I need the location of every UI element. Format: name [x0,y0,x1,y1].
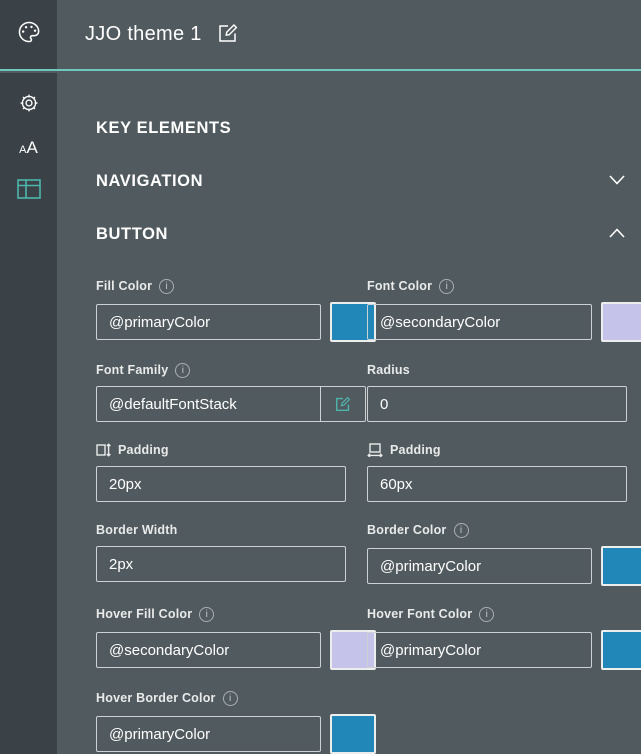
color-swatch-hover-border-color[interactable] [330,714,376,754]
padding-vertical-icon [96,443,111,457]
palette-icon [16,19,42,50]
field-label-fill-color: Fill Color [96,279,152,293]
field-label-font-color: Font Color [367,279,432,293]
info-icon[interactable]: i [159,279,174,294]
field-padding-vertical: Padding i [96,442,346,502]
field-label-hover-fill-color: Hover Fill Color [96,607,192,621]
info-icon[interactable]: i [199,607,214,622]
aa-typography-icon: AA [19,139,38,156]
field-label-padding-horizontal: Padding [390,443,441,457]
input-hover-font-color[interactable] [368,633,591,667]
field-label-border-width: Border Width [96,523,177,537]
field-label-hover-font-color: Hover Font Color [367,607,472,621]
input-padding-vertical[interactable] [97,467,345,501]
input-border-color[interactable] [368,549,591,583]
input-font-color[interactable] [368,305,591,339]
info-icon[interactable]: i [223,691,238,706]
info-icon[interactable]: i [439,279,454,294]
edit-title-button[interactable] [217,22,239,47]
theme-editor-window: JJO theme 1 [0,0,641,754]
app-logo [0,0,57,69]
field-label-radius: Radius [367,363,410,377]
field-font-color: Font Color i [367,278,627,342]
layout-table-icon [17,179,41,202]
title-bar: JJO theme 1 [57,0,641,69]
input-hover-fill-color[interactable] [97,633,320,667]
color-swatch-hover-font-color[interactable] [601,630,641,670]
field-label-border-color: Border Color [367,523,447,537]
input-border-width[interactable] [97,547,345,581]
sidebar-item-layout[interactable] [14,177,44,203]
icon-sidebar: AA [0,73,57,754]
theme-settings-panel: KEY ELEMENTS NAVIGATION BUTTON Fill Colo… [57,73,641,754]
sidebar-item-typography[interactable]: AA [14,134,44,160]
edit-pencil-square-icon [217,22,239,47]
field-border-color: Border Color i [367,522,627,586]
key-elements-label: KEY ELEMENTS [96,119,231,138]
color-swatch-font-color[interactable] [601,302,641,342]
field-hover-font-color: Hover Font Color i [367,606,627,670]
field-fill-color: Fill Color i [96,278,346,342]
field-label-padding-vertical: Padding [118,443,169,457]
field-label-font-family: Font Family [96,363,168,377]
field-label-hover-border-color: Hover Border Color [96,691,216,705]
input-font-family[interactable] [97,387,320,421]
field-radius: Radius i [367,362,627,422]
padding-horizontal-icon [367,443,383,457]
button-label: BUTTON [96,225,168,244]
info-icon[interactable]: i [175,363,190,378]
button-accordion-header[interactable]: BUTTON [96,225,627,244]
field-font-family: Font Family i [96,362,346,422]
input-hover-border-color[interactable] [97,717,320,751]
input-fill-color[interactable] [97,305,320,339]
info-icon[interactable]: i [479,607,494,622]
button-fields-grid: Fill Color i Font Color i Font [96,278,627,754]
field-hover-fill-color: Hover Fill Color i [96,606,346,670]
edit-field-button[interactable] [320,387,365,421]
field-padding-horizontal: Padding i [367,442,627,502]
input-radius[interactable] [368,387,626,421]
gear-icon [18,92,40,117]
info-icon[interactable]: i [454,523,469,538]
field-border-width: Border Width i [96,522,346,586]
sidebar-item-settings[interactable] [14,91,44,117]
key-elements-heading: KEY ELEMENTS [96,119,627,138]
chevron-down-icon [607,172,627,191]
navigation-label: NAVIGATION [96,172,203,191]
top-bar: JJO theme 1 [0,0,641,71]
input-padding-horizontal[interactable] [368,467,626,501]
color-swatch-border-color[interactable] [601,546,641,586]
theme-title: JJO theme 1 [85,23,202,46]
field-hover-border-color: Hover Border Color i [96,690,346,754]
navigation-accordion-header[interactable]: NAVIGATION [96,172,627,191]
chevron-up-icon [607,225,627,244]
